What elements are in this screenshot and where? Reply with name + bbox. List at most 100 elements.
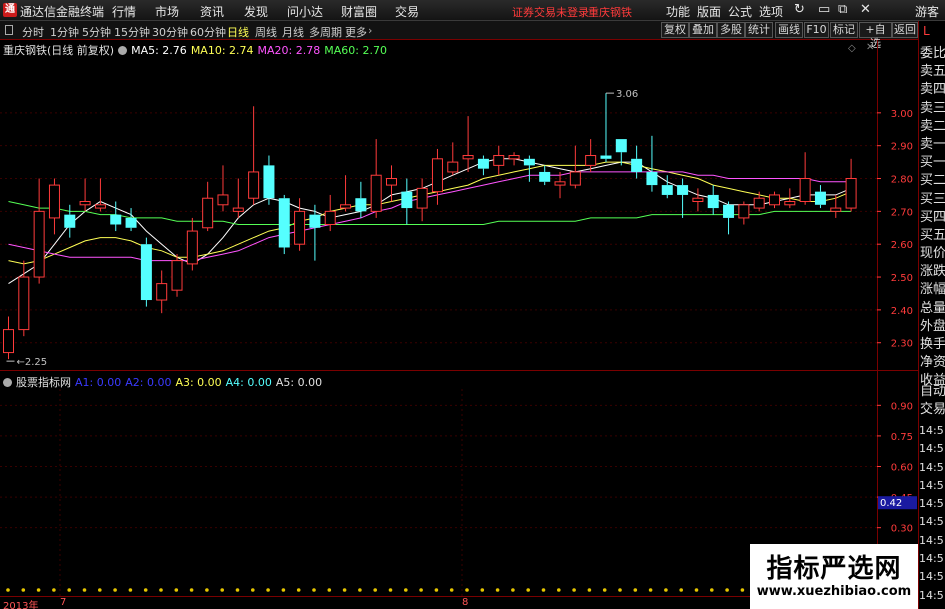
candle-body bbox=[707, 194, 719, 209]
candle-body bbox=[217, 194, 229, 206]
candle-46 bbox=[707, 185, 719, 215]
current-value-label: 0.42 bbox=[880, 498, 902, 509]
candle-body bbox=[569, 171, 581, 186]
candle-body bbox=[508, 155, 520, 160]
candle-34 bbox=[523, 155, 535, 182]
time-dot bbox=[251, 588, 255, 592]
candle-53 bbox=[814, 185, 826, 209]
quote-field-14: 总量 bbox=[920, 300, 945, 316]
candle-39 bbox=[600, 93, 612, 163]
main-tick-label-0: 3.00 bbox=[891, 109, 913, 120]
trade-time-5: 14:5 bbox=[919, 515, 944, 529]
candle-body bbox=[723, 204, 735, 218]
a1-label: A1: 0.00 bbox=[75, 376, 122, 389]
candle-13 bbox=[202, 181, 214, 232]
candle-body bbox=[94, 204, 106, 209]
candle-body bbox=[171, 260, 183, 291]
quote-field-15: 外盘 bbox=[920, 318, 945, 334]
candle-14 bbox=[217, 165, 229, 212]
candle-body bbox=[263, 165, 275, 199]
expand-diamond-icon[interactable]: ◇ bbox=[848, 43, 856, 54]
candle-17 bbox=[263, 155, 275, 205]
candle-body bbox=[539, 171, 551, 182]
candle-28 bbox=[431, 148, 443, 205]
candle-9 bbox=[140, 237, 152, 307]
stock-label: 重庆钢铁(日线 前复权) bbox=[3, 44, 115, 57]
candle-24 bbox=[370, 139, 382, 218]
sub-tick-label-1: 0.75 bbox=[891, 432, 913, 443]
trade-time-8: 14:5 bbox=[919, 570, 944, 584]
time-dot bbox=[602, 588, 607, 592]
watermark: 指标严选网 www.xuezhibiao.com bbox=[750, 544, 918, 609]
main-tick-label-4: 2.60 bbox=[891, 240, 913, 251]
candle-body bbox=[79, 201, 91, 206]
candle-18 bbox=[278, 194, 290, 255]
candle-body bbox=[309, 214, 321, 228]
time-dot bbox=[6, 588, 10, 592]
candle-38 bbox=[585, 139, 597, 172]
quote-field-2: 卖四 bbox=[920, 82, 945, 98]
time-dot bbox=[618, 588, 622, 592]
candle-body bbox=[447, 161, 459, 173]
candle-2 bbox=[33, 178, 45, 284]
candle-body bbox=[615, 139, 627, 153]
quote-field-13: 涨幅 bbox=[920, 282, 945, 298]
candle-54 bbox=[830, 194, 842, 218]
main-tick-label-2: 2.80 bbox=[891, 175, 913, 186]
candle-32 bbox=[493, 145, 505, 176]
candle-12 bbox=[186, 217, 198, 271]
candle-body bbox=[202, 197, 214, 229]
candle-37 bbox=[569, 145, 581, 189]
candle-body bbox=[738, 204, 750, 219]
settings-dot-icon[interactable] bbox=[118, 46, 128, 55]
time-dot bbox=[281, 588, 286, 592]
auto-trade-field-0: 自动 bbox=[920, 384, 945, 399]
quote-field-5: 卖一 bbox=[920, 136, 945, 152]
quote-field-12: 涨跌 bbox=[920, 264, 945, 280]
trade-time-9: 14:5 bbox=[919, 588, 944, 602]
time-dot bbox=[205, 588, 209, 592]
candle-body bbox=[110, 214, 122, 225]
candle-36 bbox=[554, 171, 566, 199]
main-tick-label-7: 2.30 bbox=[891, 339, 913, 350]
candle-body bbox=[493, 155, 505, 166]
candle-50 bbox=[769, 191, 780, 209]
time-dot bbox=[82, 588, 87, 592]
quote-field-0: 委比 bbox=[920, 46, 945, 61]
trade-time-3: 14:5 bbox=[919, 478, 944, 492]
time-dot bbox=[342, 588, 347, 592]
chart-canvas: 3.06 ←2.25 3.00 2.90 2.80 2.70 2.60 2.50 2.40 2.… bbox=[0, 40, 918, 597]
time-dot bbox=[312, 588, 316, 592]
panel-letter[interactable]: L bbox=[923, 24, 930, 38]
candle-body bbox=[631, 158, 643, 172]
close-panel-icon[interactable]: ✕ bbox=[866, 42, 874, 53]
time-dot bbox=[694, 588, 699, 592]
candle-44 bbox=[677, 178, 689, 218]
quote-field-3: 卖三 bbox=[920, 100, 945, 116]
candle-41 bbox=[631, 145, 643, 179]
candle-22 bbox=[340, 175, 352, 212]
time-dot bbox=[725, 588, 729, 592]
candle-4 bbox=[64, 204, 76, 238]
candle-47 bbox=[723, 201, 735, 235]
time-dot bbox=[465, 588, 469, 592]
time-dot bbox=[679, 588, 683, 592]
quote-field-list: 委比 卖五 卖四 卖三 卖二 卖一 买一 买二 买三 买四 买五 现价 涨跌 涨幅 总量 外盘 换手 净资 收益 bbox=[920, 45, 945, 391]
candle-body bbox=[48, 184, 60, 219]
time-dot bbox=[388, 588, 393, 592]
time-dot bbox=[526, 588, 530, 592]
sub-tick-label-4: 0.30 bbox=[891, 524, 913, 535]
indicator-dot-icon[interactable] bbox=[3, 378, 12, 387]
time-dot bbox=[358, 588, 362, 592]
candle-6 bbox=[94, 178, 106, 212]
indicator-label[interactable]: 股票指标网 bbox=[16, 376, 71, 389]
time-dot bbox=[480, 588, 485, 592]
guest-label[interactable]: 游客 bbox=[915, 3, 939, 20]
ma10-label: MA10: 2.74 bbox=[190, 44, 254, 57]
candle-body bbox=[33, 210, 45, 278]
candle-body bbox=[355, 198, 367, 212]
time-dot bbox=[648, 588, 653, 592]
time-dot bbox=[572, 588, 576, 592]
candle-body bbox=[477, 158, 489, 169]
candle-body bbox=[340, 204, 352, 209]
